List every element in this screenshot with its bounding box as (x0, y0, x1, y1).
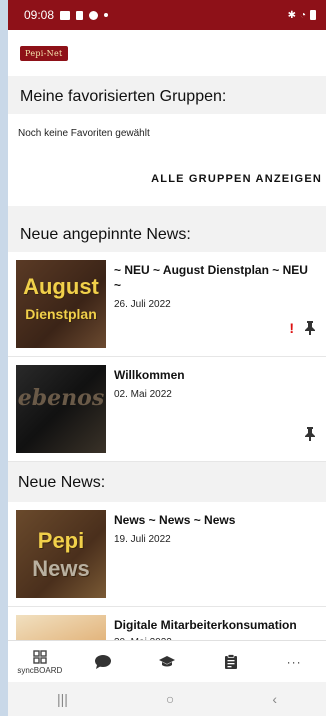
news-date: 26. Juli 2022 (114, 299, 171, 310)
nav-more[interactable]: ··· (264, 655, 324, 669)
home-button[interactable]: ○ (166, 691, 174, 707)
pinned-title: Neue angepinnte News: (8, 220, 326, 252)
settings-icon (89, 10, 99, 20)
news-title: ~ NEU ~ August Dienstplan ~ NEU ~ (114, 263, 308, 292)
news-date: 19. Juli 2022 (114, 534, 171, 545)
dot-icon (104, 13, 109, 17)
nav-syncboard[interactable]: syncBOARD (10, 649, 70, 675)
nav-learning[interactable] (137, 655, 197, 669)
recents-button[interactable]: ||| (57, 691, 68, 707)
app-bar: Pepi-Net (8, 30, 326, 76)
image-icon (60, 10, 71, 20)
favorites-title: Meine favorisierten Gruppen: (8, 76, 326, 114)
back-button[interactable]: ‹ (272, 691, 277, 707)
show-all-groups-button[interactable]: ALLE GRUPPEN ANZEIGEN (8, 152, 326, 206)
dashboard-icon (33, 649, 47, 664)
news-thumbnail: August Dienstplan (16, 260, 106, 348)
news-title: Willkommen (114, 368, 185, 382)
news-date: 02. Mai 2022 (114, 389, 172, 400)
notification-icon (76, 10, 84, 20)
news-title: Digitale Mitarbeiterkonsumation (114, 618, 297, 632)
news-card[interactable]: August Dienstplan ~ NEU ~ August Dienstp… (8, 252, 326, 357)
favorites-empty-text: Noch keine Favoriten gewählt (8, 114, 326, 152)
phone-screen: 09:08 ✱ ◔ Pepi-Net Meine favorisierten G… (8, 0, 326, 716)
status-time: 09:08 (24, 8, 55, 22)
news-thumbnail: ebenos (16, 365, 106, 453)
pin-icon[interactable] (304, 321, 316, 335)
pin-icon[interactable] (304, 427, 316, 441)
nav-chat[interactable] (73, 654, 133, 670)
status-bar: 09:08 ✱ ◔ (8, 0, 326, 30)
nav-tasks[interactable] (201, 654, 261, 670)
app-logo[interactable]: Pepi-Net (20, 45, 68, 61)
clipboard-icon (224, 654, 237, 669)
bottom-navigation: syncBOARD ··· (8, 640, 326, 683)
more-icon: ··· (286, 655, 302, 669)
news-thumbnail: Pepi News (16, 510, 106, 598)
nav-syncboard-label: syncBOARD (17, 665, 63, 675)
graduation-cap-icon (158, 656, 175, 667)
news-card[interactable]: ebenos Willkommen 02. Mai 2022 (8, 357, 326, 462)
show-all-groups-label: ALLE GRUPPEN ANZEIGEN (151, 173, 322, 185)
news-title: News ~ News ~ News (114, 513, 236, 527)
system-navigation: ||| ○ ‹ (8, 682, 326, 716)
news-title-heading: Neue News: (8, 462, 326, 502)
chat-icon (95, 655, 112, 669)
important-icon: ! (289, 320, 294, 336)
news-card[interactable]: Pepi News News ~ News ~ News 19. Juli 20… (8, 502, 326, 607)
wifi-icon: ◔ (299, 9, 306, 21)
nfc-icon: ✱ (287, 9, 296, 21)
battery-icon (310, 10, 316, 20)
